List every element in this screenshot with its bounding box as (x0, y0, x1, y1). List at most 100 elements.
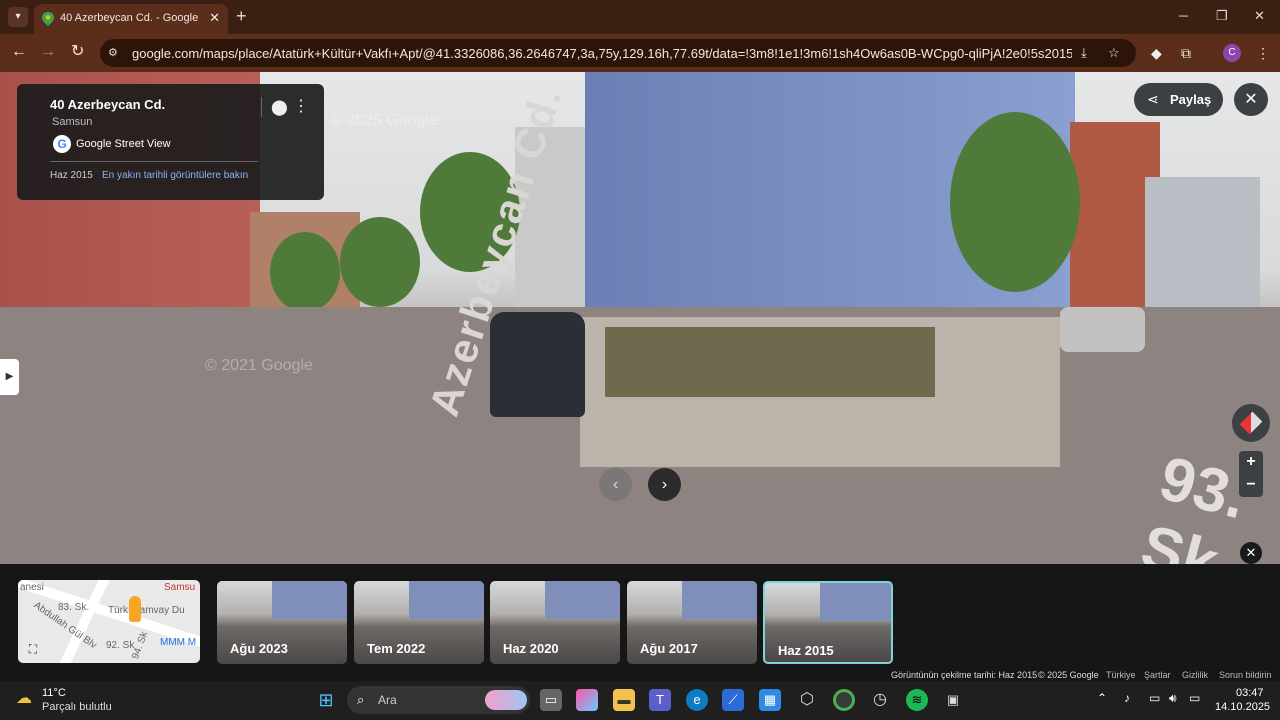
install-icon[interactable]: ⤓ (1081, 46, 1087, 60)
tree (340, 217, 420, 307)
timeline-thumbnail[interactable]: Ağu 2017 (627, 581, 757, 664)
new-tab-plus-icon[interactable]: + (236, 7, 247, 25)
tab-close-icon[interactable]: ✕ (209, 10, 220, 26)
url-text[interactable]: google.com/maps/place/Atatürk+Kültür+Vak… (132, 46, 1072, 61)
map-label: Samsu (164, 582, 196, 593)
tab-menu-icon[interactable]: ▾ (8, 7, 28, 27)
country-link[interactable]: Türkiye (1106, 670, 1136, 680)
compass-icon[interactable] (1232, 404, 1270, 442)
thumbnail-image (272, 581, 347, 619)
capture-date-footer: Görüntünün çekilme tarihi: Haz 2015 (891, 670, 1038, 680)
clock-time[interactable]: 03:47 (1236, 687, 1264, 699)
extension-icon[interactable]: ◆ (1151, 44, 1162, 62)
puzzle-icon[interactable]: ⧉ (1181, 44, 1191, 62)
minimize-icon[interactable]: ─ (1179, 8, 1188, 23)
edge-icon[interactable]: e (686, 689, 708, 711)
terms-link[interactable]: Şartlar (1144, 670, 1171, 680)
zoom-in-icon[interactable]: + (1239, 451, 1263, 473)
tree (270, 232, 340, 312)
thumbnail-image (409, 581, 484, 619)
privacy-link[interactable]: Gizlilik (1182, 670, 1208, 680)
reload-icon[interactable]: ↻ (71, 43, 84, 61)
browser-toolbar: ← → ↻ ⚙ google.com/maps/place/Atatürk+Kü… (0, 34, 1280, 72)
back-icon[interactable]: ← (11, 43, 27, 61)
bookmark-star-icon[interactable]: ☆ (1108, 46, 1120, 60)
tab-strip: ▾ 40 Azerbeycan Cd. - Google Haritalar ✕… (0, 0, 1280, 34)
zoom-control: + − (1239, 451, 1263, 497)
thumbnail-image (545, 581, 620, 619)
map-label: MMM M (160, 637, 197, 648)
thumbnail-date: Ağu 2017 (640, 641, 698, 656)
mini-map[interactable]: anesi Samsu 83. Sk. Türk Tramvay Du Abdu… (18, 580, 200, 663)
zoom-out-icon[interactable]: − (1239, 474, 1263, 496)
expand-map-icon[interactable]: ⛶ (24, 640, 42, 658)
kebab-menu-icon[interactable]: ⋮ (1256, 44, 1270, 62)
thumbnail-date: Haz 2015 (778, 643, 834, 658)
thumbnail-date: Haz 2020 (503, 641, 559, 656)
expand-side-panel-icon[interactable]: ▶ (0, 359, 19, 395)
timeline-thumbnail-selected[interactable]: Haz 2015 (763, 581, 893, 664)
spotify-icon[interactable]: ≋ (906, 689, 928, 711)
microphone-icon[interactable]: ♪ (1124, 691, 1130, 705)
window-close-icon[interactable]: ✕ (1254, 8, 1265, 24)
report-link[interactable]: Sorun bildirin (1219, 670, 1272, 680)
active-tab[interactable]: 40 Azerbeycan Cd. - Google Haritalar ✕ (34, 4, 228, 34)
weather-description[interactable]: Parçalı bulutlu (42, 701, 112, 713)
network-icon[interactable]: ▭ (1149, 691, 1160, 705)
building-right-far (1145, 177, 1260, 317)
search-placeholder: Ara (378, 693, 397, 707)
forward-icon[interactable]: → (40, 43, 56, 61)
chrome-icon[interactable] (833, 689, 855, 711)
weather-partly-cloudy-icon[interactable]: ☁ (16, 688, 38, 708)
clock-date[interactable]: 14.10.2025 (1215, 701, 1270, 713)
tab-title: 40 Azerbeycan Cd. - Google Haritalar (60, 12, 200, 24)
task-view-icon[interactable]: ▭ (540, 689, 562, 711)
maximize-icon[interactable]: ❐ (1216, 8, 1228, 24)
thumbnail-image (682, 581, 757, 619)
timeline-thumbnail[interactable]: Ağu 2023 (217, 581, 347, 664)
teams-icon[interactable]: T (649, 689, 671, 711)
profile-avatar[interactable]: C (1223, 44, 1241, 62)
close-street-view-button[interactable]: ✕ (1234, 83, 1268, 116)
next-arrow-icon[interactable]: › (648, 468, 681, 501)
copyright-text: © 2025 Google (1038, 670, 1099, 680)
site-info-icon[interactable]: ⚙ (108, 46, 122, 60)
timeline-thumbnail[interactable]: Tem 2022 (354, 581, 484, 664)
map-label: Türk Tramvay Du (108, 605, 185, 616)
taskbar-search[interactable]: ⌕ Ara (347, 686, 530, 714)
tray-chevron-icon[interactable]: ⌃ (1097, 691, 1107, 705)
tree (950, 112, 1080, 292)
thumbnail-image (820, 583, 891, 621)
app-icon[interactable]: ⟋ (722, 689, 744, 711)
volume-icon[interactable]: 🔊︎ (1169, 691, 1177, 706)
garden-fence (605, 327, 935, 397)
map-label: 83. Sk. (58, 602, 90, 613)
app-gauge-icon[interactable]: ◷ (869, 689, 891, 711)
timeline-thumbnail[interactable]: Haz 2020 (490, 581, 620, 664)
search-icon: ⌕ (357, 692, 365, 707)
share-label: Paylaş (1170, 92, 1212, 107)
compass-needle (1239, 411, 1263, 435)
latest-imagery-link[interactable]: En yakın tarihli görüntülere bakın (102, 170, 248, 181)
more-options-icon[interactable]: ⋮ (293, 96, 309, 116)
battery-icon[interactable]: ▭ (1189, 691, 1200, 705)
weather-temperature[interactable]: 11°C (42, 687, 66, 699)
close-timeline-icon[interactable]: ✕ (1240, 542, 1262, 564)
watermark: © 2025 Google (330, 112, 438, 129)
location-pin-icon[interactable]: ⬤ (271, 98, 288, 116)
app-hex-icon[interactable]: ⬡ (796, 689, 818, 711)
address-bar[interactable]: ⚙ google.com/maps/place/Atatürk+Kültür+V… (100, 39, 1136, 67)
google-maps-favicon-icon (42, 12, 54, 26)
source-label: Google Street View (76, 138, 171, 150)
watermark: © 2021 Google (205, 357, 313, 374)
divider (50, 161, 258, 162)
share-button[interactable]: ⋖ Paylaş (1134, 83, 1223, 116)
map-label: anesi (20, 582, 44, 593)
windows-start-icon[interactable]: ⊞ (315, 689, 337, 711)
file-explorer-icon[interactable]: ▬ (613, 689, 635, 711)
copilot-icon[interactable] (576, 689, 598, 711)
windows-taskbar (0, 681, 1280, 720)
app-screen-icon[interactable]: ▣ (942, 689, 964, 711)
microsoft-store-icon[interactable]: ▦ (759, 689, 781, 711)
prev-arrow-icon[interactable]: ‹ (599, 468, 632, 501)
